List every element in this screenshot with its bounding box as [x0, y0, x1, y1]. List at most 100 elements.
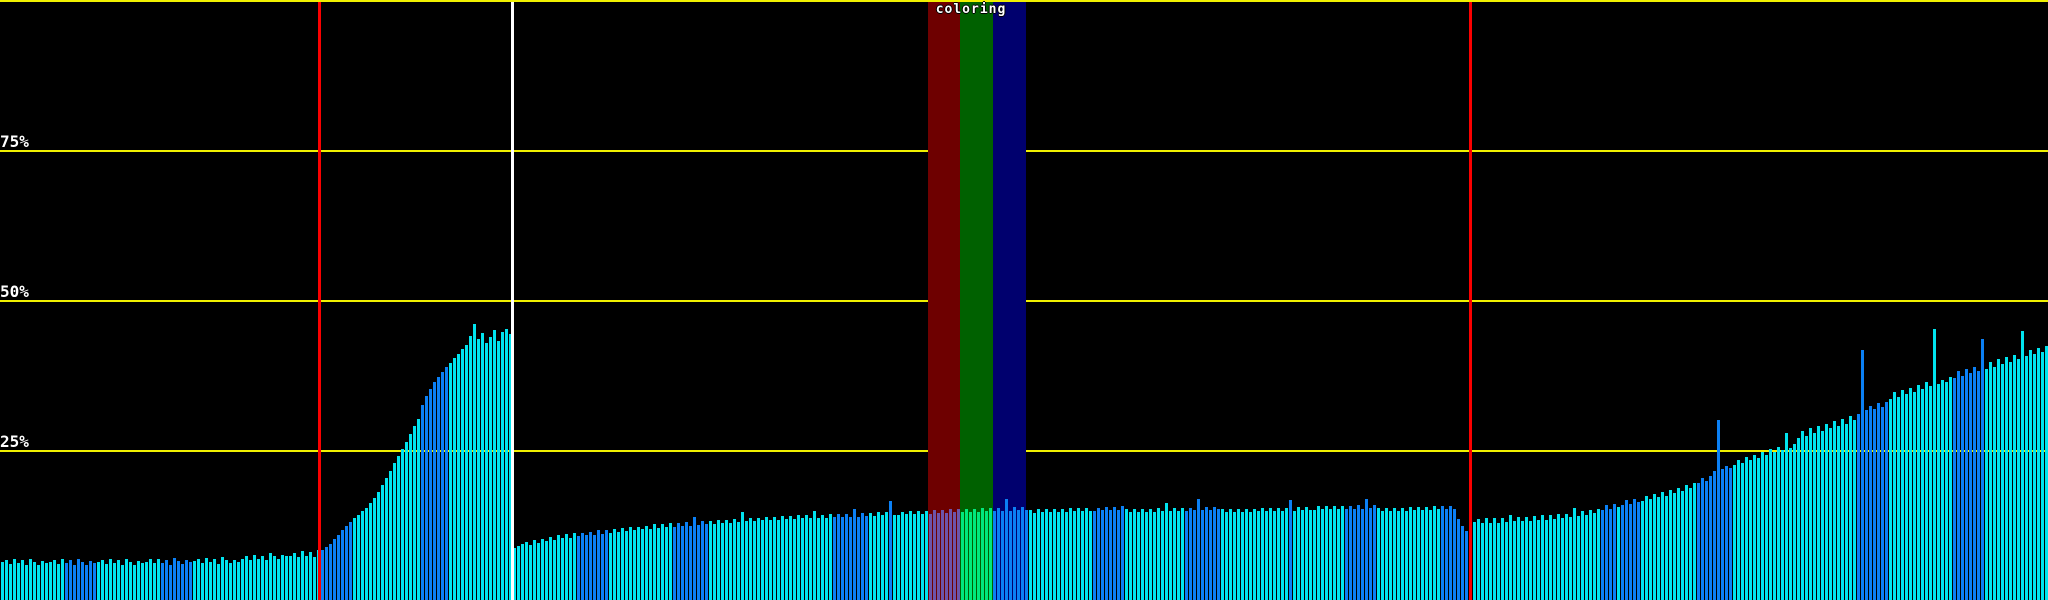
bar [729, 523, 732, 600]
bar [893, 515, 896, 600]
bar [657, 528, 660, 600]
bar [273, 556, 276, 600]
bar [1993, 367, 1996, 600]
bar [65, 563, 68, 600]
bar [1389, 511, 1392, 600]
bar [109, 559, 112, 600]
bar [1713, 471, 1716, 600]
bar [861, 513, 864, 600]
bar [1041, 512, 1044, 600]
bar [209, 562, 212, 600]
bar [1093, 511, 1096, 600]
bar [577, 536, 580, 600]
bar [297, 557, 300, 600]
bar [341, 530, 344, 600]
bar [537, 543, 540, 600]
bar [1253, 509, 1256, 600]
bar [1441, 506, 1444, 600]
bar [457, 354, 460, 600]
bar [461, 349, 464, 600]
bar [1481, 523, 1484, 600]
bar [777, 520, 780, 600]
bar [1585, 515, 1588, 600]
bar [813, 511, 816, 600]
bar [797, 515, 800, 600]
bar [1705, 481, 1708, 600]
bar [1361, 509, 1364, 600]
bar [1269, 508, 1272, 600]
bar [277, 559, 280, 600]
bar [1729, 468, 1732, 600]
coloring-chart: 75% 50% 25% coloring [0, 0, 2048, 600]
bar [1417, 507, 1420, 600]
bar [1125, 509, 1128, 600]
bar [149, 559, 152, 600]
bar [173, 558, 176, 600]
bar [213, 559, 216, 600]
bar [1129, 512, 1132, 600]
bar [1021, 507, 1024, 600]
bar [1701, 478, 1704, 600]
bar [1513, 521, 1516, 600]
bar [225, 560, 228, 600]
bar [133, 565, 136, 600]
bar [677, 523, 680, 600]
bar [305, 556, 308, 600]
bar [1365, 499, 1368, 600]
bar [1341, 506, 1344, 600]
bar [1293, 511, 1296, 600]
bar [1433, 506, 1436, 600]
bar [2013, 355, 2016, 600]
bar [1633, 499, 1636, 600]
bar [1781, 450, 1784, 600]
bar [1101, 510, 1104, 600]
bar [1081, 511, 1084, 600]
bar [1849, 416, 1852, 600]
bar [1857, 414, 1860, 600]
bar [385, 478, 388, 600]
bar [1525, 517, 1528, 600]
bar [1185, 511, 1188, 600]
bar [1457, 519, 1460, 600]
bar [201, 563, 204, 600]
bar [857, 517, 860, 600]
bar [329, 544, 332, 600]
bar [489, 337, 492, 600]
bar [77, 559, 80, 600]
bar [1077, 508, 1080, 600]
bar [289, 556, 292, 600]
bar [1221, 509, 1224, 600]
bar [1105, 507, 1108, 600]
bar [1277, 508, 1280, 600]
bar [1673, 493, 1676, 600]
bar [2041, 352, 2044, 600]
bar [393, 463, 396, 600]
bar [1649, 499, 1652, 600]
bar [829, 514, 832, 600]
bar [665, 527, 668, 600]
bar [1181, 508, 1184, 600]
bar [581, 533, 584, 600]
bar [1709, 476, 1712, 600]
bar [441, 372, 444, 600]
bar [1541, 515, 1544, 600]
bar [921, 514, 924, 600]
bar [873, 516, 876, 600]
bar [1657, 497, 1660, 600]
marker-line-white [511, 2, 514, 600]
bar [789, 516, 792, 600]
bar [1721, 469, 1724, 600]
bar [1921, 389, 1924, 600]
coloring-label: coloring [935, 2, 1007, 17]
bar [49, 562, 52, 600]
bar [669, 523, 672, 600]
bar [1069, 508, 1072, 600]
bar [985, 511, 988, 600]
bar [769, 520, 772, 600]
bar [1717, 420, 1720, 600]
bar [1681, 491, 1684, 600]
bar [69, 560, 72, 600]
bar [1385, 508, 1388, 600]
bar [1669, 490, 1672, 600]
bar [1169, 511, 1172, 600]
